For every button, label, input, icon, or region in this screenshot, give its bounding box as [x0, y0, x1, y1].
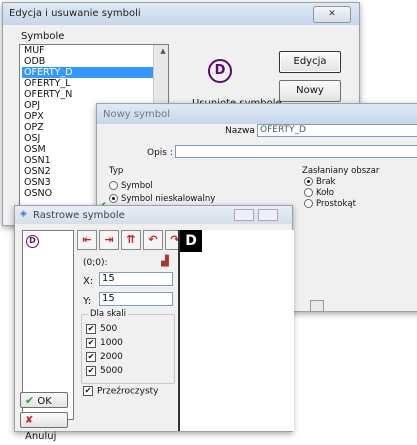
scale-checkbox[interactable]: ✔ 1000 — [86, 336, 123, 350]
up-arrow-icon[interactable]: ⇈ — [121, 230, 141, 250]
cancel-button[interactable]: ✘ Anuluj — [20, 412, 68, 442]
description-label: Opis : — [147, 148, 173, 158]
transparent-check-icon[interactable]: ✔ — [83, 386, 93, 396]
dialog-title: Rastrowe symbole — [33, 210, 125, 221]
symbols-group-label: Symbole — [21, 31, 65, 42]
checkbox-check-icon[interactable]: ✔ — [86, 337, 96, 348]
minimize-button[interactable] — [233, 209, 254, 221]
y-field[interactable]: 15 — [99, 292, 173, 306]
radio-icon[interactable] — [304, 177, 313, 186]
scale-group: Dla skali ✔ 500 ✔ 1000 ✔ 2000 ✔ 5000 — [81, 309, 175, 384]
scale-checkbox[interactable]: ✔ 5000 — [86, 364, 123, 378]
title-bar: Nowy symbol — [97, 104, 417, 124]
y-label: Y: — [83, 296, 92, 307]
scale-checkbox[interactable]: ✔ 2000 — [86, 350, 123, 364]
type-group: Typ Symbol Symbol nieskalowalny — [107, 164, 277, 204]
scroll-up-icon[interactable]: ▲ — [156, 45, 168, 56]
radio-icon[interactable] — [304, 188, 313, 197]
covered-area-radio[interactable]: Brak — [304, 177, 356, 187]
paint-bucket-icon[interactable]: ▟ — [161, 256, 169, 267]
scale-label: 5000 — [100, 366, 123, 376]
checkbox-check-icon[interactable]: ✔ — [86, 351, 96, 362]
ok-label: OK — [37, 396, 52, 407]
radio-icon[interactable] — [109, 194, 118, 203]
title-bar: ◈ Rastrowe symbole — [15, 206, 292, 224]
dialog-title: Edycja i usuwanie symboli — [9, 8, 141, 19]
radio-icon[interactable] — [304, 199, 313, 208]
left-arrow-icon[interactable]: ⇤ — [77, 230, 97, 250]
description-field[interactable] — [175, 145, 417, 158]
type-radio[interactable]: Symbol — [109, 181, 215, 191]
scale-label: 2000 — [100, 352, 123, 362]
covered-area-label: Zasłaniany obszar — [302, 166, 380, 176]
undo-icon[interactable]: ↶ — [143, 230, 163, 250]
list-item[interactable]: OFERTY_L — [22, 78, 168, 89]
raster-app-icon: ◈ — [20, 209, 27, 219]
covered-area-radio-label: Brak — [316, 177, 336, 187]
new-button[interactable]: Nowy — [279, 80, 341, 102]
coord-text: (0;0): — [83, 258, 108, 268]
list-item[interactable]: OFERTY_D — [22, 67, 168, 78]
right-arrow-icon[interactable]: ⇥ — [99, 230, 119, 250]
covered-area-radio-label: Koło — [316, 188, 334, 198]
name-label: Nazwa : — [225, 126, 261, 136]
title-bar: Edycja i usuwanie symboli ✕ — [3, 3, 359, 25]
list-item[interactable]: MUF — [22, 45, 168, 56]
list-item[interactable]: OFERTY_N — [22, 89, 168, 100]
scale-group-label: Dla skali — [88, 309, 128, 319]
scale-checkbox[interactable]: ✔ 500 — [86, 322, 123, 336]
cancel-label: Anuluj — [25, 431, 57, 442]
transparent-label: Przeźroczysty — [97, 386, 159, 397]
ok-button[interactable]: ✔ OK — [20, 392, 68, 408]
checkbox-check-icon[interactable]: ✔ — [86, 365, 96, 376]
type-group-label: Typ — [109, 166, 124, 176]
preview-d-icon: D — [208, 59, 232, 83]
raster-symbols-dialog: ◈ Rastrowe symbole D ⇤ ⇥ ⇈ ↶ ↷ (0;0): ▟ … — [14, 205, 294, 442]
x-label: X: — [83, 276, 94, 287]
type-radio[interactable]: Symbol nieskalowalny — [109, 194, 215, 204]
hidden-cancel-button[interactable] — [310, 300, 324, 312]
list-item[interactable]: ODB — [22, 56, 168, 67]
scale-label: 1000 — [100, 338, 123, 348]
symbol-preview: D — [208, 59, 232, 83]
edit-button[interactable]: Edycja — [279, 51, 341, 73]
scale-label: 500 — [100, 324, 118, 334]
window-controls — [233, 209, 278, 224]
name-field[interactable]: OFERTY_D — [257, 124, 417, 137]
dialog-title: Nowy symbol — [103, 109, 170, 120]
covered-area-radio[interactable]: Koło — [304, 188, 356, 198]
raster-d-icon[interactable]: D — [26, 235, 39, 248]
type-radio-label: Symbol — [121, 181, 153, 191]
transparent-checkbox[interactable]: ✔ Przeźroczysty — [83, 386, 159, 397]
type-radio-label: Symbol nieskalowalny — [121, 194, 216, 204]
covered-area-radio[interactable]: Prostokąt — [304, 199, 356, 209]
raster-preview-canvas[interactable]: D — [178, 230, 294, 431]
cancel-x-icon: ✘ — [25, 415, 34, 426]
close-button[interactable]: ✕ — [313, 6, 351, 23]
covered-area-group: Zasłaniany obszar Brak Koło Prostokąt — [300, 164, 417, 209]
preview-d-icon: D — [180, 230, 202, 252]
covered-area-radio-label: Prostokąt — [316, 199, 356, 209]
ok-check-icon: ✔ — [25, 394, 35, 407]
x-field[interactable]: 15 — [99, 272, 173, 286]
checkbox-check-icon[interactable]: ✔ — [86, 323, 96, 334]
radio-icon[interactable] — [109, 181, 118, 190]
maximize-button[interactable] — [258, 209, 278, 221]
